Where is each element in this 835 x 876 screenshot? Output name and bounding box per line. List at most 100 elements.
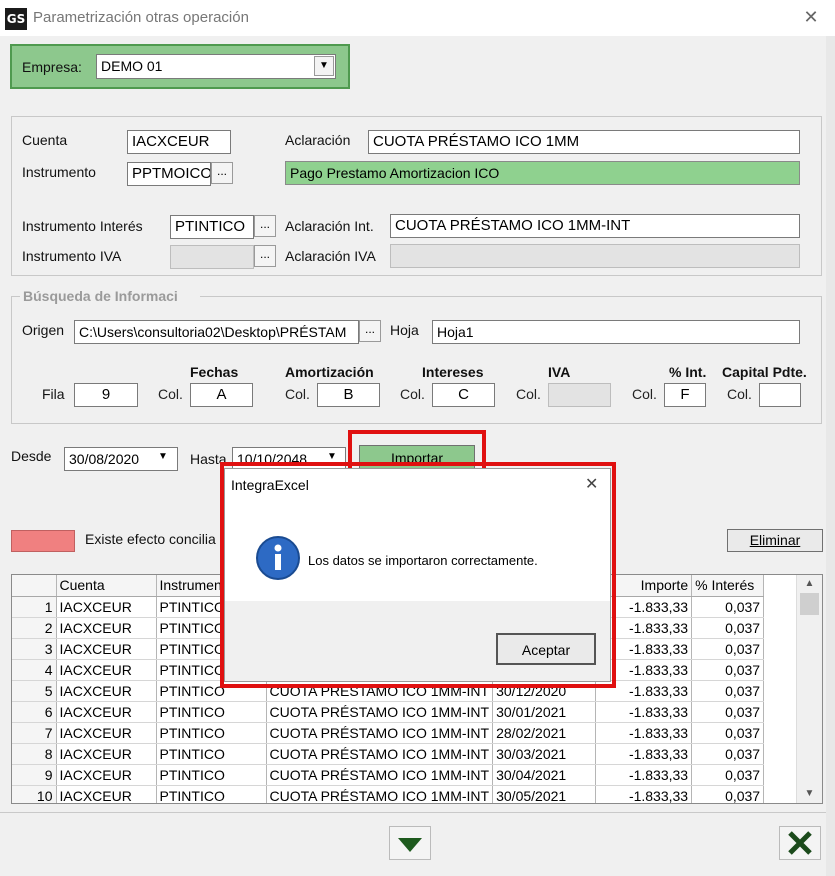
instrumento-browse-button[interactable]: ... (211, 162, 233, 184)
aclaracion-cell[interactable]: CUOTA PRÉSTAMO ICO 1MM-INT (266, 764, 494, 786)
fecha-cell[interactable]: 30/03/2021 (492, 743, 597, 765)
interes-cell[interactable]: 0,037 (691, 659, 765, 681)
aclaracion-label: Aclaración (285, 132, 351, 148)
interes-cell[interactable]: 0,037 (691, 638, 765, 660)
iva-header: IVA (548, 364, 571, 380)
aceptar-button[interactable]: Aceptar (496, 633, 596, 665)
fila-field[interactable]: 9 (74, 383, 138, 407)
cuenta-cell[interactable]: IACXCEUR (56, 722, 157, 744)
eliminar-button[interactable]: Eliminar (727, 529, 823, 552)
cuenta-field[interactable]: IACXCEUR (127, 130, 231, 154)
fechas-col-field[interactable]: A (190, 383, 253, 407)
table-row[interactable]: 9 IACXCEUR PTINTICO CUOTA PRÉSTAMO ICO 1MM-… (12, 764, 765, 786)
cuenta-cell[interactable]: IACXCEUR (56, 659, 157, 681)
origen-field[interactable]: C:\Users\consultoria02\Desktop\PRÉSTAM (74, 320, 359, 344)
cuenta-cell[interactable]: IACXCEUR (56, 617, 157, 639)
aclaracion-int-field[interactable]: CUOTA PRÉSTAMO ICO 1MM-INT (390, 214, 800, 238)
busqueda-title: Búsqueda de Informaci (20, 288, 200, 304)
empresa-value: DEMO 01 (101, 58, 163, 74)
aclaracion-cell[interactable]: CUOTA PRÉSTAMO ICO 1MM-INT (266, 743, 494, 765)
next-button[interactable] (389, 826, 431, 860)
instrumento-cell[interactable]: PTINTICO (156, 764, 267, 786)
interes-cell[interactable]: 0,037 (691, 596, 765, 618)
row-number-cell[interactable]: 9 (12, 764, 57, 786)
instrumento-field[interactable]: PPTMOICO (127, 162, 211, 186)
col-label-capital: Col. (727, 386, 752, 402)
row-number-cell[interactable]: 7 (12, 722, 57, 744)
hoja-field[interactable]: Hoja1 (432, 320, 800, 344)
row-number-cell[interactable]: 3 (12, 638, 57, 660)
row-number-cell[interactable]: 5 (12, 680, 57, 702)
table-row[interactable]: 7 IACXCEUR PTINTICO CUOTA PRÉSTAMO ICO 1MM-… (12, 722, 765, 744)
empresa-select[interactable]: DEMO 01 (96, 54, 336, 79)
interes-cell[interactable]: 0,037 (691, 680, 765, 702)
aclaracion-cell[interactable]: CUOTA PRÉSTAMO ICO 1MM-INT (266, 701, 494, 723)
importe-cell[interactable]: -1.833,33 (595, 764, 693, 786)
cuenta-cell[interactable]: IACXCEUR (56, 638, 157, 660)
row-number-cell[interactable]: 4 (12, 659, 57, 681)
scroll-thumb[interactable] (800, 593, 819, 615)
fecha-cell[interactable]: 28/02/2021 (492, 722, 597, 744)
desde-chevron-down-icon[interactable]: ▼ (158, 451, 168, 462)
scroll-up-icon[interactable]: ▲ (797, 578, 822, 589)
table-row[interactable]: 8 IACXCEUR PTINTICO CUOTA PRÉSTAMO ICO 1MM-… (12, 743, 765, 765)
aclaracion-field[interactable]: CUOTA PRÉSTAMO ICO 1MM (368, 130, 800, 154)
pint-header: % Int. (669, 364, 707, 380)
grid-scrollbar[interactable]: ▲ ▼ (796, 575, 822, 803)
instrumento-cell[interactable]: PTINTICO (156, 722, 267, 744)
instrumento-cell[interactable]: PTINTICO (156, 785, 267, 803)
importe-cell[interactable]: -1.833,33 (595, 743, 693, 765)
message-dialog: IntegraExcel ✕ Los datos se importaron c… (224, 468, 611, 682)
row-number-cell[interactable]: 2 (12, 617, 57, 639)
legend-swatch (11, 530, 75, 552)
row-number-cell[interactable]: 6 (12, 701, 57, 723)
intereses-col-field[interactable]: C (432, 383, 495, 407)
importe-cell[interactable]: -1.833,33 (595, 785, 693, 803)
cuenta-cell[interactable]: IACXCEUR (56, 680, 157, 702)
dialog-close-icon[interactable]: ✕ (585, 474, 598, 494)
row-number-cell[interactable]: 10 (12, 785, 57, 803)
fila-label: Fila (42, 386, 65, 402)
cuenta-cell[interactable]: IACXCEUR (56, 785, 157, 803)
interes-cell[interactable]: 0,037 (691, 617, 765, 639)
cuenta-cell[interactable]: IACXCEUR (56, 764, 157, 786)
capital-col-field[interactable] (759, 383, 801, 407)
interes-cell[interactable]: 0,037 (691, 722, 765, 744)
table-row[interactable]: 6 IACXCEUR PTINTICO CUOTA PRÉSTAMO ICO 1MM-… (12, 701, 765, 723)
interes-cell[interactable]: 0,037 (691, 743, 765, 765)
interes-cell[interactable]: 0,037 (691, 764, 765, 786)
exit-button[interactable] (779, 826, 821, 860)
cuenta-cell[interactable]: IACXCEUR (56, 596, 157, 618)
window-scrollbar[interactable] (826, 36, 835, 876)
interes-cell[interactable]: 0,037 (691, 785, 765, 803)
fecha-cell[interactable]: 30/01/2021 (492, 701, 597, 723)
cuenta-cell[interactable]: IACXCEUR (56, 701, 157, 723)
pint-col-field[interactable]: F (664, 383, 706, 407)
info-icon (255, 535, 301, 584)
amortizacion-col-field[interactable]: B (317, 383, 380, 407)
origen-label: Origen (22, 322, 65, 338)
grid-header-cuenta[interactable]: Cuenta (56, 575, 157, 597)
hasta-chevron-down-icon[interactable]: ▼ (327, 451, 337, 462)
instrumento-iva-browse-button[interactable]: ... (254, 245, 276, 267)
instrumento-cell[interactable]: PTINTICO (156, 743, 267, 765)
table-row[interactable]: 10 IACXCEUR PTINTICO CUOTA PRÉSTAMO ICO 1MM… (12, 785, 765, 803)
interes-cell[interactable]: 0,037 (691, 701, 765, 723)
close-icon[interactable]: ✕ (800, 6, 822, 28)
aclaracion-cell[interactable]: CUOTA PRÉSTAMO ICO 1MM-INT (266, 785, 494, 803)
fecha-cell[interactable]: 30/05/2021 (492, 785, 597, 803)
fecha-cell[interactable]: 30/04/2021 (492, 764, 597, 786)
origen-browse-button[interactable]: ... (359, 320, 381, 342)
importe-cell[interactable]: -1.833,33 (595, 701, 693, 723)
instrumento-cell[interactable]: PTINTICO (156, 701, 267, 723)
importe-cell[interactable]: -1.833,33 (595, 722, 693, 744)
instrumento-interes-browse-button[interactable]: ... (254, 215, 276, 237)
row-number-cell[interactable]: 1 (12, 596, 57, 618)
chevron-down-icon[interactable]: ▼ (314, 56, 334, 76)
aclaracion-cell[interactable]: CUOTA PRÉSTAMO ICO 1MM-INT (266, 722, 494, 744)
instrumento-interes-field[interactable]: PTINTICO (170, 215, 254, 239)
scroll-down-icon[interactable]: ▼ (797, 788, 822, 799)
cuenta-cell[interactable]: IACXCEUR (56, 743, 157, 765)
row-number-cell[interactable]: 8 (12, 743, 57, 765)
grid-header-interes[interactable]: % Interés (691, 575, 765, 597)
